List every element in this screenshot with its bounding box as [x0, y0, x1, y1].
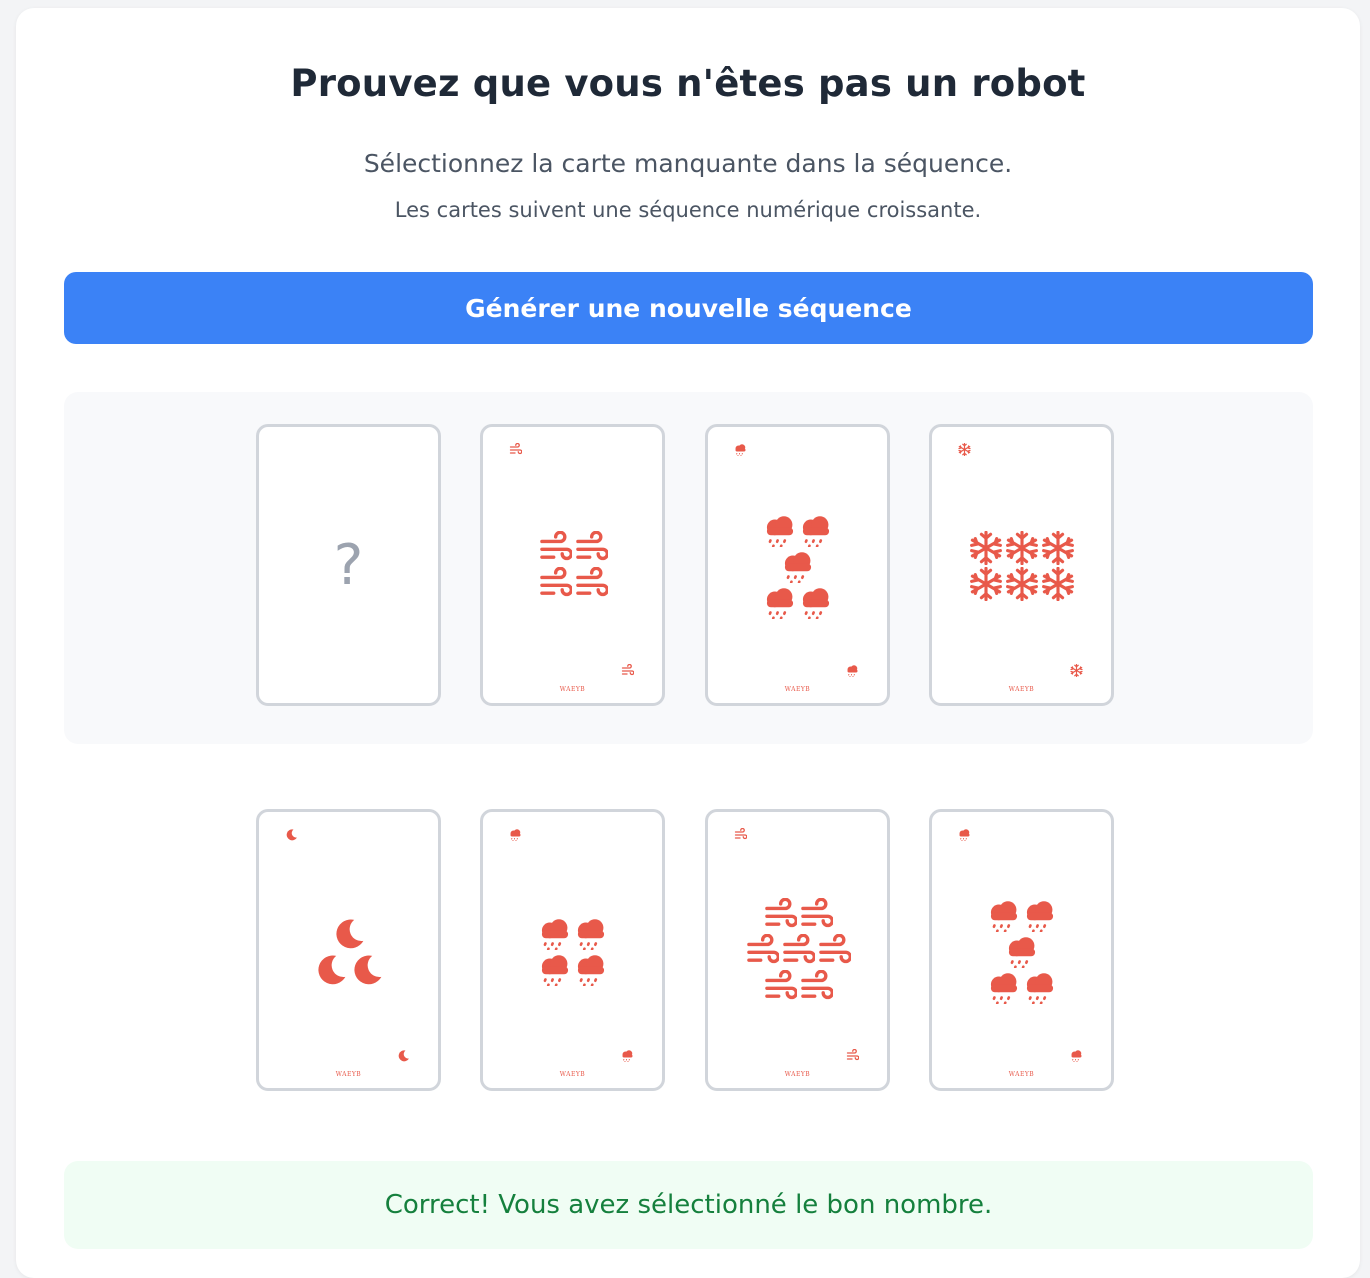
snowflake-icon: [1070, 662, 1083, 681]
rain-cloud-icon: [763, 585, 797, 623]
wind-icon: [538, 566, 573, 605]
moon-icon: [332, 916, 366, 954]
rain-cloud-icon: [538, 952, 572, 990]
snowflake-icon: [1041, 530, 1075, 569]
rain-cloud-icon: [621, 1047, 634, 1066]
page-title: Prouvez que vous n'êtes pas un robot: [290, 62, 1086, 105]
card-pips: [708, 812, 887, 1088]
rain-cloud-icon: [781, 549, 815, 587]
wind-icon: [846, 1047, 860, 1066]
rain-cloud-icon: [574, 916, 608, 954]
card-brand: WAEYB: [1008, 1071, 1035, 1078]
card-pips: [483, 427, 662, 703]
option-card[interactable]: WAEYB: [480, 809, 665, 1091]
wind-icon: [799, 897, 834, 936]
moon-icon: [314, 952, 348, 990]
card-pips: [932, 812, 1111, 1088]
sequence-card: WAEYB: [480, 424, 665, 706]
card-brand: WAEYB: [1008, 686, 1035, 693]
snowflake-icon: [1005, 566, 1039, 605]
wind-icon: [621, 662, 635, 681]
wind-icon: [817, 933, 852, 972]
generate-sequence-button[interactable]: Générer une nouvelle séquence: [64, 272, 1313, 344]
rain-cloud-icon: [574, 952, 608, 990]
card-brand: WAEYB: [784, 1071, 811, 1078]
wind-icon: [574, 566, 609, 605]
snowflake-icon: [1005, 530, 1039, 569]
snowflake-icon: [969, 530, 1003, 569]
rain-cloud-icon: [538, 916, 572, 954]
wind-icon: [763, 969, 798, 1008]
wind-icon: [745, 933, 780, 972]
rain-cloud-icon: [1005, 934, 1039, 972]
rain-cloud-icon: [799, 585, 833, 623]
card-pips: [259, 812, 438, 1088]
rain-cloud-icon: [987, 898, 1021, 936]
instruction-text: Sélectionnez la carte manquante dans la …: [363, 149, 1013, 178]
result-message: Correct! Vous avez sélectionné le bon no…: [64, 1161, 1313, 1249]
sequence-area: [64, 392, 1313, 744]
option-card[interactable]: WAEYB: [705, 809, 890, 1091]
wind-icon: [763, 897, 798, 936]
rain-cloud-icon: [846, 662, 859, 681]
rain-cloud-icon: [763, 513, 797, 551]
sequence-card: WAEYB: [929, 424, 1114, 706]
rain-cloud-icon: [1023, 970, 1057, 1008]
missing-card: ?: [256, 424, 441, 706]
rain-cloud-icon: [799, 513, 833, 551]
option-card[interactable]: WAEYB: [256, 809, 441, 1091]
option-card[interactable]: WAEYB: [929, 809, 1114, 1091]
rain-cloud-icon: [1023, 898, 1057, 936]
card-brand: WAEYB: [784, 686, 811, 693]
card-brand: WAEYB: [559, 1071, 586, 1078]
missing-card-placeholder: ?: [333, 532, 364, 598]
moon-icon: [397, 1047, 410, 1066]
rain-cloud-icon: [1070, 1047, 1083, 1066]
sequence-card: WAEYB: [705, 424, 890, 706]
wind-icon: [538, 530, 573, 569]
snowflake-icon: [969, 566, 1003, 605]
wind-icon: [574, 530, 609, 569]
wind-icon: [781, 933, 816, 972]
hint-text: Les cartes suivent une séquence numériqu…: [394, 198, 982, 222]
wind-icon: [799, 969, 834, 1008]
card-pips: [932, 427, 1111, 703]
card-brand: WAEYB: [559, 686, 586, 693]
snowflake-icon: [1041, 566, 1075, 605]
card-brand: WAEYB: [335, 1071, 362, 1078]
card-pips: [483, 812, 662, 1088]
moon-icon: [350, 952, 384, 990]
rain-cloud-icon: [987, 970, 1021, 1008]
card-pips: [708, 427, 887, 703]
